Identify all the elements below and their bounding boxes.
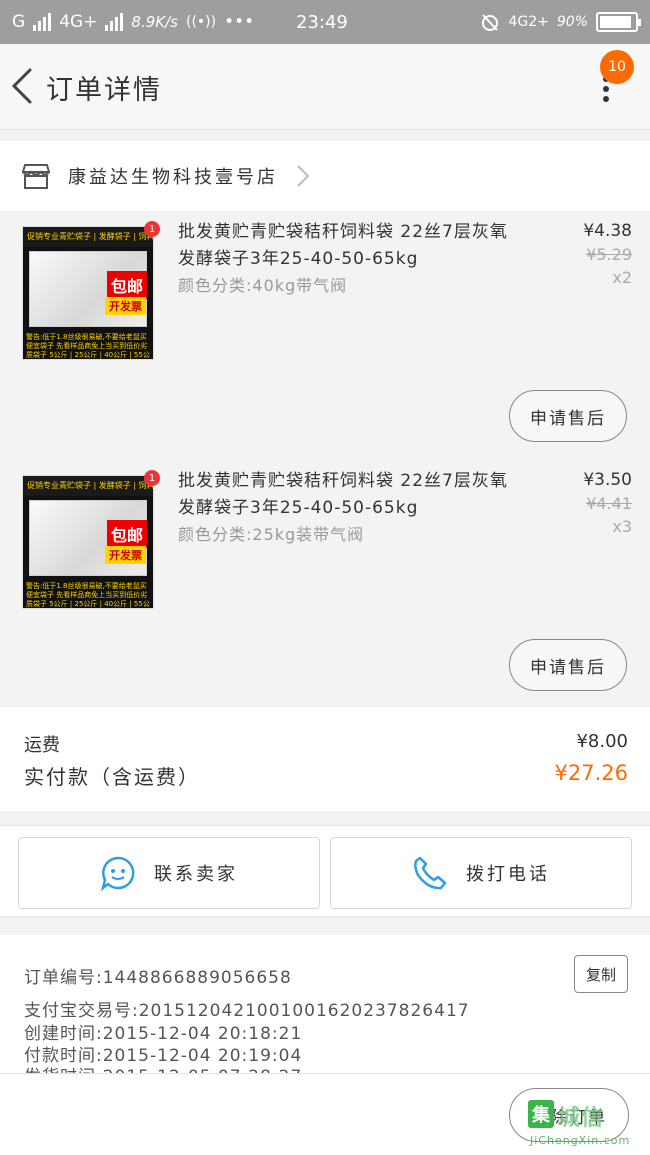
shipping-value: ¥8.00 — [576, 731, 628, 752]
phone-icon — [414, 856, 447, 890]
store-icon — [22, 164, 50, 189]
product-image[interactable]: 促销专业青贮袋子 | 发酵袋子 | 饲料袋 包邮 开发票 警告:低于1.8丝级很… — [22, 226, 154, 360]
nav-bar: 订单详情 10 — [0, 44, 650, 130]
paid-amount-value: ¥27.26 — [554, 761, 628, 785]
page-title: 订单详情 — [46, 75, 162, 106]
product-image[interactable]: 促销专业青贮袋子 | 发酵袋子 | 饲料袋 包邮 开发票 警告:低于1.8丝级很… — [22, 475, 154, 609]
invoice-label: 开发票 — [105, 546, 146, 564]
order-item: 促销专业青贮袋子 | 发酵袋子 | 饲料袋 包邮 开发票 警告:低于1.8丝级很… — [0, 462, 650, 705]
chevron-right-icon — [297, 165, 310, 187]
shipping-label: 运费 — [24, 735, 60, 756]
carrier-label: G — [12, 12, 26, 32]
clock: 23:49 — [296, 11, 348, 33]
product-image-top-text: 促销专业青贮袋子 | 发酵袋子 | 饲料袋 — [23, 227, 153, 247]
network-type-right: 4G2+ — [508, 14, 549, 30]
after-sale-button[interactable]: 申请售后 — [509, 390, 627, 442]
item-quantity: x2 — [612, 268, 632, 287]
call-phone-button[interactable]: 拨打电话 — [330, 837, 632, 909]
contact-actions: 联系卖家 拨打电话 — [0, 825, 650, 917]
item-price: ¥4.38 — [583, 221, 632, 241]
battery-percent: 90% — [556, 14, 588, 30]
status-bar: G 4G+ 8.9K/s ((•)) ••• 23:49 4G2+ 90% — [0, 0, 650, 44]
more-dots: ••• — [224, 12, 255, 32]
item-original-price: ¥5.29 — [586, 245, 632, 264]
back-arrow-icon[interactable] — [6, 64, 46, 108]
order-info: 订单编号:1448866889056658 复制 支付宝交易号:20151204… — [0, 935, 650, 1074]
free-shipping-label: 包邮 — [107, 271, 148, 299]
network-speed: 8.9K/s — [131, 13, 178, 31]
item-quantity: x3 — [612, 517, 632, 536]
network-type: 4G+ — [59, 12, 98, 32]
product-image-bottom-text: 警告:低于1.8丝级很易破,不要给老鼠买便宜袋子 先看样品商免上当买到低价劣质袋… — [23, 580, 153, 608]
delete-order-button[interactable]: 删除订单 — [509, 1088, 629, 1142]
hotspot-icon: ((•)) — [185, 14, 217, 30]
item-count-badge: 1 — [144, 221, 160, 237]
alarm-off-icon — [482, 14, 499, 31]
paid-amount-label: 实付款（含运费） — [24, 765, 200, 789]
notification-badge: 10 — [600, 50, 634, 84]
after-sale-button[interactable]: 申请售后 — [509, 639, 627, 691]
chat-bubble-icon — [100, 856, 135, 891]
item-count-badge: 1 — [144, 470, 160, 486]
order-item: 促销专业青贮袋子 | 发酵袋子 | 饲料袋 包邮 开发票 警告:低于1.8丝级很… — [0, 213, 650, 456]
free-shipping-label: 包邮 — [107, 520, 148, 548]
item-title[interactable]: 批发黄贮青贮袋秸秆饲料袋 22丝7层灰氧发酵袋子3年25-40-50-65kg — [178, 219, 518, 273]
shop-name: 康益达生物科技壹号店 — [68, 167, 278, 188]
signal-icon-2 — [105, 13, 124, 31]
alipay-trade-number: 支付宝交易号:2015120421001001620237826417 — [24, 1001, 470, 1021]
product-image-bottom-text: 警告:低于1.8丝级很易破,不要给老鼠买便宜袋子 先看样品商免上当买到低价劣质袋… — [23, 331, 153, 359]
invoice-label: 开发票 — [105, 297, 146, 315]
item-original-price: ¥4.41 — [586, 494, 632, 513]
fee-summary: 运费 ¥8.00 实付款（含运费） ¥27.26 — [0, 707, 650, 811]
item-title[interactable]: 批发黄贮青贮袋秸秆饲料袋 22丝7层灰氧发酵袋子3年25-40-50-65kg — [178, 468, 518, 522]
shop-row[interactable]: 康益达生物科技壹号店 — [0, 141, 650, 211]
order-number: 订单编号:1448866889056658 — [24, 968, 292, 988]
signal-icon — [33, 13, 52, 31]
item-sku: 颜色分类:40kg带气阀 — [178, 276, 348, 295]
item-sku: 颜色分类:25kg装带气阀 — [178, 525, 365, 544]
contact-seller-label: 联系卖家 — [154, 864, 238, 885]
copy-button[interactable]: 复制 — [574, 955, 628, 993]
contact-seller-button[interactable]: 联系卖家 — [18, 837, 320, 909]
bottom-bar: 删除订单 集 城信 JiChengXin.com — [0, 1073, 650, 1155]
battery-icon — [596, 12, 641, 32]
call-phone-label: 拨打电话 — [466, 864, 550, 885]
item-price: ¥3.50 — [583, 470, 632, 490]
product-image-top-text: 促销专业青贮袋子 | 发酵袋子 | 饲料袋 — [23, 476, 153, 496]
